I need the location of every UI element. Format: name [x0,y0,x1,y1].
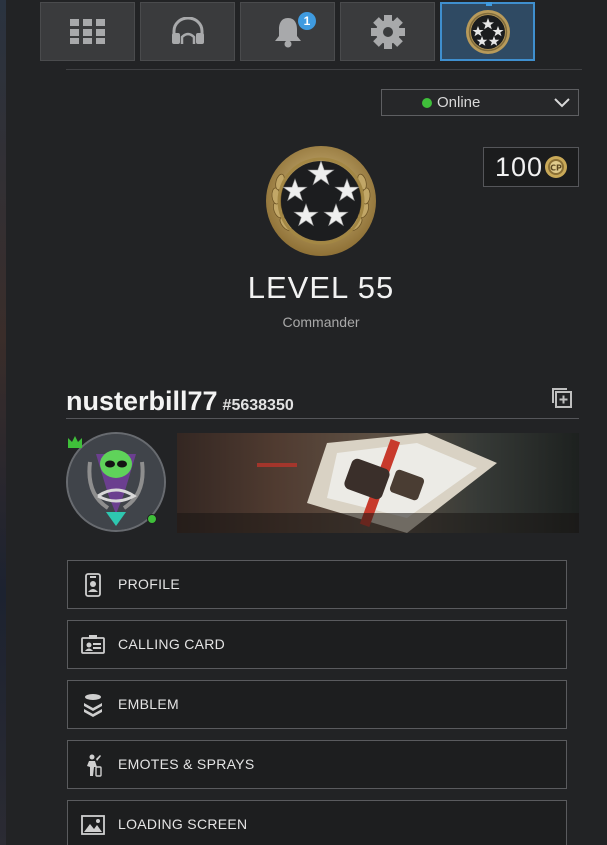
menu-item-emotes-sprays[interactable]: EMOTES & SPRAYS [67,740,567,789]
menu-item-emblem[interactable]: EMBLEM [67,680,567,729]
chevron-down-icon [554,98,570,108]
calling-card-icon [81,635,105,654]
tab-social[interactable] [140,2,235,61]
chevron-stack-icon [84,694,102,717]
five-star-laurel-icon [266,146,376,256]
menu-label-emblem: EMBLEM [118,696,179,712]
menu-item-loading-screen[interactable]: LOADING SCREEN [67,800,567,845]
svg-text:CP: CP [550,164,562,173]
rank-badge-icon [465,9,510,54]
gear-icon [370,14,405,49]
user-tag: #5638350 [222,397,294,414]
headset-icon [171,16,204,44]
tab-menu[interactable] [40,2,135,61]
grid-icon [69,18,105,44]
calling-card-banner[interactable] [177,433,579,533]
rank-level: LEVEL 55 [247,270,395,305]
username: nusterbill77 [66,386,218,416]
tab-settings[interactable] [340,2,435,61]
active-indicator [486,2,492,6]
header-divider [66,69,582,70]
copy-icon[interactable] [551,387,573,409]
rank-title: Commander [282,314,360,330]
tab-notifications[interactable]: 1 [240,2,335,61]
menu-label-profile: PROFILE [118,576,181,592]
online-status-dot [422,98,432,108]
profile-panel: 1 Online 100 CP LEVEL 55 Commander nuste… [6,0,607,845]
menu-item-profile[interactable]: PROFILE [67,560,567,609]
prestige-mark-icon [68,436,82,448]
menu-label-emotes-sprays: EMOTES & SPRAYS [118,756,255,772]
cod-point-coin-icon: CP [545,156,567,178]
id-card-icon [85,573,101,597]
emblem-online-dot [147,514,157,524]
username-divider [66,418,579,419]
status-dropdown[interactable]: Online [381,89,579,116]
image-icon [81,815,105,835]
emote-figure-icon [87,754,102,777]
tab-profile[interactable] [440,2,535,61]
cod-points-balance[interactable]: 100 CP [483,147,579,187]
menu-label-loading-screen: LOADING SCREEN [118,816,248,832]
menu-label-calling-card: CALLING CARD [118,636,226,652]
player-name-row: nusterbill77 #5638350 [66,386,294,417]
menu-item-calling-card[interactable]: CALLING CARD [67,620,567,669]
notification-badge: 1 [298,12,316,30]
status-dropdown-value: Online [437,94,481,111]
top-tabs: 1 [40,2,535,61]
cod-points-value: 100 [495,151,544,182]
calling-card-art [177,433,579,533]
